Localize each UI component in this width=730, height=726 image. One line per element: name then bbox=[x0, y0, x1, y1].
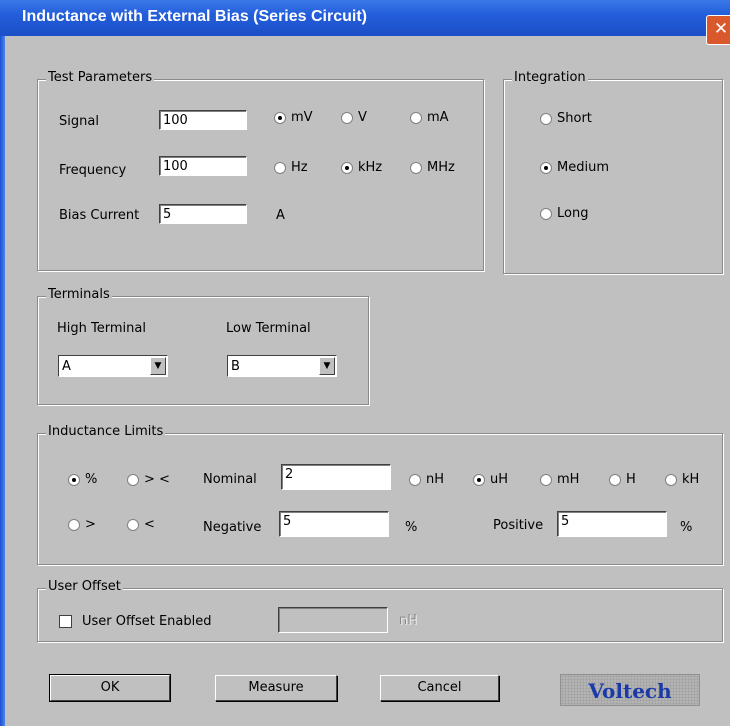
radio-dot bbox=[274, 111, 286, 124]
title-bar[interactable]: Inductance with External Bias (Series Ci… bbox=[0, 0, 730, 45]
radio-dot bbox=[609, 473, 621, 486]
test-parameters-legend: Test Parameters bbox=[46, 70, 155, 85]
cancel-button[interactable]: Cancel bbox=[380, 675, 499, 701]
integration-short-radio[interactable]: Short bbox=[540, 111, 592, 126]
integration-medium-radio[interactable]: Medium bbox=[540, 160, 609, 175]
unit-kh-radio[interactable]: kH bbox=[665, 472, 699, 487]
voltech-logo: Voltech bbox=[560, 674, 700, 706]
close-button[interactable]: ✕ bbox=[706, 15, 730, 45]
frequency-unit-mhz-radio[interactable]: MHz bbox=[410, 160, 455, 175]
radio-dot bbox=[540, 473, 552, 486]
unit-h-radio[interactable]: H bbox=[609, 472, 636, 487]
radio-dot bbox=[341, 111, 353, 124]
positive-label: Positive bbox=[493, 518, 544, 533]
bias-current-label: Bias Current bbox=[59, 208, 140, 223]
window-left-border bbox=[0, 36, 5, 726]
terminals-group: Terminals bbox=[37, 287, 369, 405]
integration-long-radio[interactable]: Long bbox=[540, 206, 588, 221]
unit-uh-radio[interactable]: uH bbox=[473, 472, 508, 487]
low-terminal-select[interactable]: B ▼ bbox=[227, 355, 337, 377]
user-offset-checkbox-label: User Offset Enabled bbox=[82, 614, 212, 629]
frequency-unit-hz-radio[interactable]: Hz bbox=[274, 160, 308, 175]
signal-label: Signal bbox=[59, 114, 99, 129]
radio-dot bbox=[68, 473, 80, 486]
negative-label: Negative bbox=[203, 520, 262, 535]
signal-unit-v-radio[interactable]: V bbox=[341, 110, 367, 125]
unit-nh-radio[interactable]: nH bbox=[409, 472, 444, 487]
radio-dot bbox=[274, 161, 286, 174]
radio-dot bbox=[473, 473, 485, 486]
user-offset-checkbox[interactable] bbox=[59, 615, 72, 628]
radio-dot bbox=[341, 161, 353, 174]
nominal-input[interactable]: 2 bbox=[281, 464, 391, 490]
positive-unit: % bbox=[680, 520, 693, 535]
terminals-legend: Terminals bbox=[46, 287, 112, 302]
low-terminal-label: Low Terminal bbox=[226, 321, 311, 336]
window-title: Inductance with External Bias (Series Ci… bbox=[22, 8, 367, 25]
radio-dot bbox=[68, 518, 80, 531]
dialog-window: Inductance with External Bias (Series Ci… bbox=[0, 0, 730, 726]
radio-dot bbox=[409, 473, 421, 486]
limit-mode-less-radio[interactable]: < bbox=[127, 517, 155, 532]
bias-current-input[interactable]: 5 bbox=[159, 204, 247, 224]
limit-mode-greater-radio[interactable]: > bbox=[68, 517, 96, 532]
ok-button[interactable]: OK bbox=[49, 674, 171, 702]
measure-button[interactable]: Measure bbox=[215, 675, 337, 701]
radio-dot bbox=[127, 473, 139, 486]
limit-mode-percent-radio[interactable]: % bbox=[68, 472, 97, 487]
bias-current-unit: A bbox=[276, 208, 285, 223]
chevron-down-icon[interactable]: ▼ bbox=[319, 357, 335, 375]
negative-unit: % bbox=[405, 520, 418, 535]
limit-mode-range-radio[interactable]: > < bbox=[127, 472, 170, 487]
inductance-limits-group: Inductance Limits bbox=[37, 424, 723, 565]
high-terminal-select[interactable]: A ▼ bbox=[58, 355, 168, 377]
radio-dot bbox=[540, 161, 552, 174]
radio-dot bbox=[127, 518, 139, 531]
integration-legend: Integration bbox=[512, 70, 588, 85]
user-offset-legend: User Offset bbox=[46, 579, 123, 594]
radio-dot bbox=[540, 207, 552, 220]
signal-input[interactable]: 100 bbox=[159, 110, 247, 130]
radio-dot bbox=[540, 112, 552, 125]
negative-input[interactable]: 5 bbox=[279, 511, 389, 537]
user-offset-unit: nH bbox=[400, 614, 419, 629]
radio-dot bbox=[410, 161, 422, 174]
radio-dot bbox=[665, 473, 677, 486]
nominal-label: Nominal bbox=[203, 472, 257, 487]
unit-mh-radio[interactable]: mH bbox=[540, 472, 579, 487]
integration-group: Integration bbox=[503, 70, 723, 274]
signal-unit-mv-radio[interactable]: mV bbox=[274, 110, 313, 125]
positive-input[interactable]: 5 bbox=[557, 511, 667, 537]
frequency-label: Frequency bbox=[59, 163, 127, 178]
chevron-down-icon[interactable]: ▼ bbox=[150, 357, 166, 375]
signal-unit-ma-radio[interactable]: mA bbox=[410, 110, 449, 125]
frequency-unit-khz-radio[interactable]: kHz bbox=[341, 160, 382, 175]
inductance-limits-legend: Inductance Limits bbox=[46, 424, 166, 439]
user-offset-input[interactable] bbox=[278, 607, 388, 633]
frequency-input[interactable]: 100 bbox=[159, 156, 247, 176]
radio-dot bbox=[410, 111, 422, 124]
high-terminal-label: High Terminal bbox=[57, 321, 146, 336]
